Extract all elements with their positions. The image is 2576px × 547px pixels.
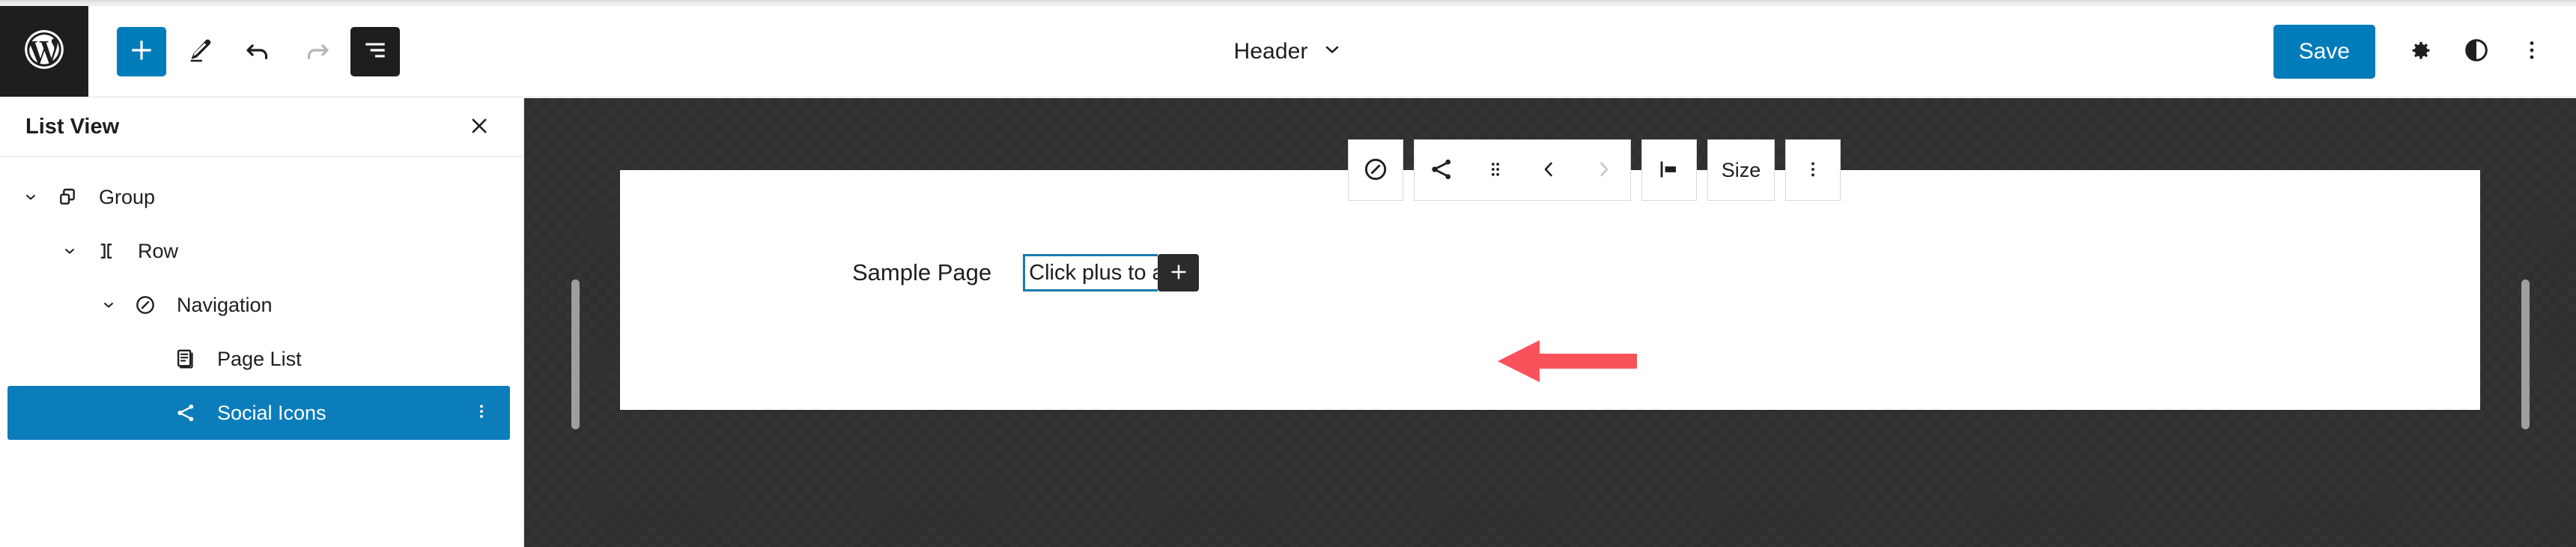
gear-icon (2407, 36, 2435, 67)
page-list-document-icon (166, 347, 205, 371)
three-dots-vertical-icon (472, 402, 491, 425)
row-layout-icon (87, 240, 126, 262)
nav-item-sample-page[interactable]: Sample Page (852, 259, 991, 286)
settings-button[interactable] (2396, 27, 2446, 76)
social-share-icon (1427, 155, 1456, 186)
list-view-title: List View (25, 115, 120, 139)
more-options-button[interactable] (2507, 27, 2557, 76)
expand-chevron-icon[interactable] (52, 242, 87, 260)
link-input-group: Click plus to a (1023, 254, 1200, 291)
list-item-social-icons[interactable]: Social Icons (7, 386, 510, 440)
list-view-toggle-button[interactable] (350, 26, 400, 76)
align-button[interactable] (1642, 140, 1696, 200)
size-dropdown-button[interactable]: Size (1708, 140, 1774, 200)
list-item[interactable]: Navigation (0, 278, 523, 332)
list-item-label: Social Icons (217, 401, 326, 424)
undo-arrow-icon (243, 34, 274, 68)
link-search-input[interactable]: Click plus to a (1023, 254, 1158, 291)
canvas-resize-handle-right[interactable] (2521, 279, 2530, 429)
size-group: Size (1707, 139, 1775, 201)
drag-block-handle[interactable] (1468, 140, 1522, 200)
save-button[interactable]: Save (2273, 24, 2375, 79)
expand-chevron-icon[interactable] (91, 296, 126, 314)
list-item[interactable]: Row (0, 224, 523, 278)
add-link-button[interactable] (1158, 254, 1200, 291)
move-block-right-button[interactable] (1576, 140, 1630, 200)
page-title: Header (1233, 38, 1308, 64)
navigation-compass-icon (126, 293, 165, 317)
wordpress-logo-icon (21, 26, 67, 76)
drag-dots-icon (1484, 158, 1507, 183)
add-block-button[interactable] (117, 26, 166, 76)
group-blocks-icon (48, 185, 87, 209)
three-dots-vertical-icon (2519, 37, 2545, 65)
page-preview-canvas: Sample Page Click plus to a (620, 170, 2480, 410)
list-view-icon (361, 36, 389, 67)
align-left-icon (1656, 156, 1683, 185)
list-item-label: Row (138, 239, 179, 262)
list-item[interactable]: Group (0, 170, 523, 224)
block-type-button[interactable] (1415, 140, 1468, 200)
list-item[interactable]: Page List (0, 332, 523, 386)
redo-arrow-icon (301, 34, 332, 68)
header-left-toolbar (88, 6, 400, 97)
wordpress-logo-button[interactable] (0, 6, 88, 97)
parent-block-group (1348, 139, 1403, 201)
editor-header-bar: Header Save (0, 6, 2576, 97)
navigation-block-preview: Sample Page Click plus to a (852, 254, 1200, 291)
block-options-group (1785, 139, 1841, 201)
list-item-label: Group (99, 185, 156, 208)
block-toolbar: Size (1348, 139, 1841, 201)
pencil-edit-icon (186, 36, 214, 67)
canvas-resize-handle-left[interactable] (571, 279, 580, 429)
list-view-panel: List View Group Row Navigation Page List… (0, 98, 524, 547)
redo-button[interactable] (292, 27, 341, 76)
list-item-label: Navigation (177, 293, 273, 316)
close-x-icon (468, 115, 490, 139)
block-options-button[interactable] (1786, 140, 1840, 200)
document-title-dropdown[interactable]: Header (1222, 31, 1355, 72)
select-parent-block-button[interactable] (1349, 140, 1403, 200)
plus-icon (1167, 261, 1190, 285)
move-block-left-button[interactable] (1522, 140, 1576, 200)
plus-icon (127, 36, 156, 67)
expand-chevron-icon[interactable] (13, 188, 48, 206)
undo-button[interactable] (234, 27, 283, 76)
header-right-toolbar: Save (2273, 6, 2557, 97)
list-item-options-button[interactable] (465, 396, 498, 429)
chevron-down-icon (1322, 39, 1343, 64)
chevron-left-icon (1538, 158, 1561, 183)
three-dots-vertical-icon (1802, 158, 1824, 183)
edit-mode-button[interactable] (175, 27, 225, 76)
editor-canvas-region: Sample Page Click plus to a Size (524, 98, 2576, 547)
close-list-view-button[interactable] (458, 106, 501, 149)
social-share-icon (166, 401, 205, 425)
contrast-half-circle-icon (2462, 36, 2491, 67)
align-group (1641, 139, 1697, 201)
list-item-label: Page List (217, 347, 302, 370)
list-view-header: List View (0, 98, 523, 157)
navigation-compass-icon (1361, 155, 1390, 186)
size-label: Size (1721, 158, 1761, 181)
styles-button[interactable] (2452, 27, 2501, 76)
block-controls-group (1414, 139, 1631, 201)
window-chrome-strip (0, 0, 2576, 6)
chevron-right-icon (1592, 158, 1614, 183)
block-tree: Group Row Navigation Page List Social Ic… (0, 157, 523, 440)
